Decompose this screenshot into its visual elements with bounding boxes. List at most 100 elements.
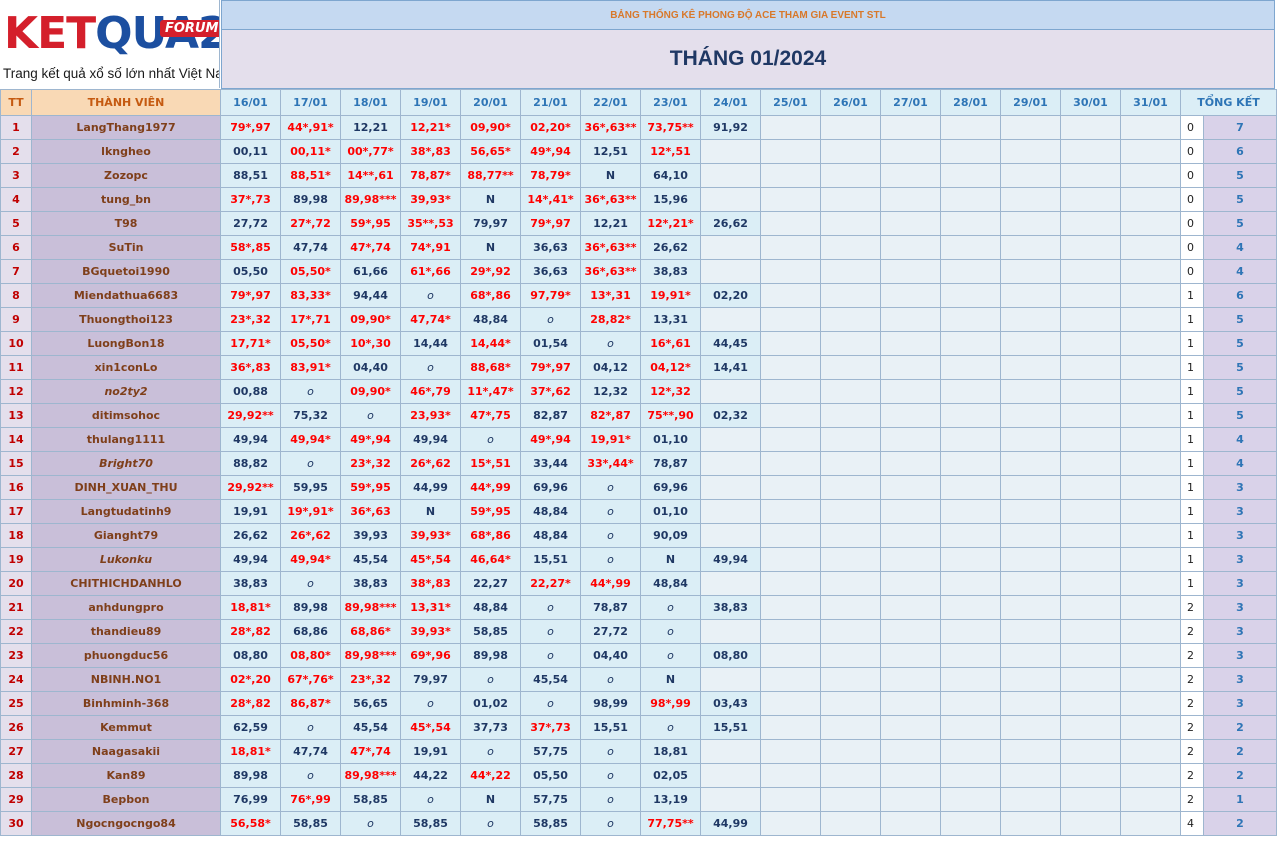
result-cell — [940, 427, 1001, 452]
result-cell: 12,32 — [580, 379, 641, 404]
result-cell — [1120, 283, 1181, 308]
result-cell — [820, 235, 881, 260]
result-cell — [700, 571, 761, 596]
result-cell: 68*,86 — [460, 523, 521, 548]
result-cell — [820, 523, 881, 548]
header-date: 29/01 — [1000, 89, 1061, 116]
row-number: 7 — [0, 259, 32, 284]
result-cell — [700, 763, 761, 788]
result-cell — [940, 283, 1001, 308]
member-name: SuTin — [31, 235, 221, 260]
result-cell: 29,92** — [220, 475, 281, 500]
result-cell — [1060, 787, 1121, 812]
logo: KETQUA2 FORUM Trang kết quả xổ số lớn nh… — [0, 0, 220, 88]
result-cell — [760, 403, 821, 428]
result-cell — [1000, 811, 1061, 836]
result-cell: 22,27* — [520, 571, 581, 596]
result-cell: 89,98 — [460, 643, 521, 668]
summary-miss: 1 — [1180, 283, 1204, 308]
result-cell: 27*,72 — [280, 211, 341, 236]
result-cell — [940, 403, 1001, 428]
result-cell — [820, 787, 881, 812]
row-number: 29 — [0, 787, 32, 812]
result-cell — [880, 283, 941, 308]
result-cell: 02,20 — [700, 283, 761, 308]
result-cell — [820, 763, 881, 788]
result-cell: 59*,95 — [340, 475, 401, 500]
result-cell — [760, 427, 821, 452]
result-cell: 36*,63 — [340, 499, 401, 524]
table-row: 1 LangThang1977 79*,97 44*,91* 12,21 12,21* 09… — [0, 115, 1277, 140]
header-date: 21/01 — [520, 89, 581, 116]
result-cell: 18,81* — [220, 739, 281, 764]
summary-total: 3 — [1203, 595, 1277, 620]
result-cell: 38*,83 — [400, 571, 461, 596]
result-cell: 89,98*** — [340, 643, 401, 668]
result-cell: N — [460, 235, 521, 260]
summary-miss: 1 — [1180, 523, 1204, 548]
header-date: 24/01 — [700, 89, 761, 116]
summary-miss: 2 — [1180, 715, 1204, 740]
result-cell: 01,02 — [460, 691, 521, 716]
result-cell — [940, 715, 1001, 740]
result-cell: 88,77** — [460, 163, 521, 188]
result-cell — [1060, 499, 1121, 524]
result-cell: o — [520, 691, 581, 716]
member-name: xin1conLo — [31, 355, 221, 380]
header-date: 26/01 — [820, 89, 881, 116]
result-cell: 04,40 — [580, 643, 641, 668]
result-cell — [1120, 715, 1181, 740]
row-number: 16 — [0, 475, 32, 500]
table-row: 11 xin1conLo 36*,83 83,91* 04,40 o 88,68* 79*,9… — [0, 355, 1277, 380]
result-cell — [1120, 667, 1181, 692]
summary-total: 3 — [1203, 691, 1277, 716]
result-cell — [760, 571, 821, 596]
member-name: Binhminh-368 — [31, 691, 221, 716]
row-number: 24 — [0, 667, 32, 692]
result-cell: 39,93 — [340, 523, 401, 548]
result-cell: 29*,92 — [460, 259, 521, 284]
summary-total: 5 — [1203, 163, 1277, 188]
row-number: 15 — [0, 451, 32, 476]
summary-miss: 2 — [1180, 643, 1204, 668]
result-cell: 44,99 — [700, 811, 761, 836]
result-cell: 37*,73 — [220, 187, 281, 212]
result-cell: 48,84 — [520, 499, 581, 524]
result-cell — [880, 427, 941, 452]
result-cell: 48,84 — [520, 523, 581, 548]
result-cell: 23*,32 — [220, 307, 281, 332]
result-cell: 09,90* — [340, 307, 401, 332]
result-cell: o — [580, 787, 641, 812]
result-cell: o — [280, 451, 341, 476]
result-cell: 82*,87 — [580, 403, 641, 428]
result-cell: 13*,31 — [580, 283, 641, 308]
result-cell: 15,51 — [520, 547, 581, 572]
result-cell: 48,84 — [460, 307, 521, 332]
result-cell — [760, 523, 821, 548]
row-number: 17 — [0, 499, 32, 524]
row-number: 27 — [0, 739, 32, 764]
result-cell: 39,93* — [400, 523, 461, 548]
result-cell: o — [280, 763, 341, 788]
member-name: Bright70 — [31, 451, 221, 476]
result-cell: o — [580, 667, 641, 692]
result-cell: 12*,32 — [640, 379, 701, 404]
logo-forum-badge: FORUM — [160, 20, 219, 37]
header-date: 17/01 — [280, 89, 341, 116]
result-cell: o — [580, 523, 641, 548]
result-cell — [1060, 259, 1121, 284]
row-number: 6 — [0, 235, 32, 260]
result-cell — [880, 451, 941, 476]
summary-total: 2 — [1203, 811, 1277, 836]
table-row: 7 BGquetoi1990 05,50 05,50* 61,66 61*,66 29*,9… — [0, 259, 1277, 284]
header-member: THÀNH VIÊN — [31, 89, 221, 116]
result-cell — [1000, 139, 1061, 164]
result-cell — [940, 451, 1001, 476]
result-cell: o — [580, 475, 641, 500]
header-date: 27/01 — [880, 89, 941, 116]
result-cell — [1060, 355, 1121, 380]
result-cell — [880, 787, 941, 812]
summary-miss: 1 — [1180, 355, 1204, 380]
result-cell — [1120, 523, 1181, 548]
result-cell — [700, 523, 761, 548]
